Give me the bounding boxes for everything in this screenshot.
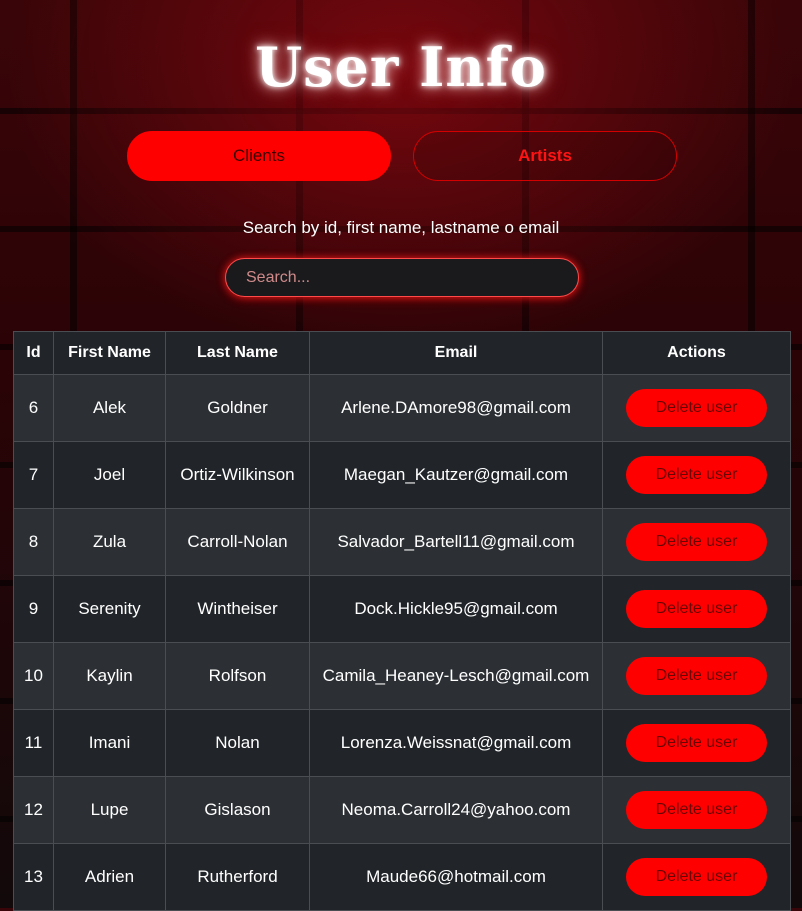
cell-id: 13	[13, 843, 54, 911]
column-header-id: Id	[13, 331, 54, 375]
search-label: Search by id, first name, lastname o ema…	[242, 218, 560, 237]
cell-actions: Delete user	[602, 709, 791, 777]
delete-user-button[interactable]: Delete user	[626, 523, 767, 561]
page-title: User Info	[255, 35, 547, 100]
cell-last-name: Gislason	[165, 776, 310, 844]
delete-user-button[interactable]: Delete user	[626, 791, 767, 829]
table-row: 12 Lupe Gislason Neoma.Carroll24@yahoo.c…	[13, 776, 791, 844]
column-header-actions: Actions	[602, 331, 791, 375]
cell-actions: Delete user	[602, 441, 791, 509]
cell-actions: Delete user	[602, 374, 791, 442]
cell-last-name: Rolfson	[165, 642, 310, 710]
table-row: 10 Kaylin Rolfson Camila_Heaney-Lesch@gm…	[13, 642, 791, 710]
cell-first-name: Zula	[53, 508, 166, 576]
cell-actions: Delete user	[602, 508, 791, 576]
column-header-email: Email	[309, 331, 603, 375]
cell-id: 11	[13, 709, 54, 777]
cell-last-name: Wintheiser	[165, 575, 310, 643]
cell-first-name: Lupe	[53, 776, 166, 844]
cell-first-name: Serenity	[53, 575, 166, 643]
tab-clients[interactable]: Clients	[127, 131, 391, 181]
cell-first-name: Adrien	[53, 843, 166, 911]
cell-actions: Delete user	[602, 776, 791, 844]
cell-email: Salvador_Bartell11@gmail.com	[309, 508, 603, 576]
cell-last-name: Goldner	[165, 374, 310, 442]
cell-id: 12	[13, 776, 54, 844]
cell-email: Maegan_Kautzer@gmail.com	[309, 441, 603, 509]
delete-user-button[interactable]: Delete user	[626, 456, 767, 494]
cell-id: 7	[13, 441, 54, 509]
tab-artists[interactable]: Artists	[413, 131, 677, 181]
cell-actions: Delete user	[602, 843, 791, 911]
cell-id: 10	[13, 642, 54, 710]
table-row: 9 Serenity Wintheiser Dock.Hickle95@gmai…	[13, 575, 791, 643]
cell-id: 6	[13, 374, 54, 442]
cell-email: Dock.Hickle95@gmail.com	[309, 575, 603, 643]
cell-email: Maude66@hotmail.com	[309, 843, 603, 911]
table-row: 11 Imani Nolan Lorenza.Weissnat@gmail.co…	[13, 709, 791, 777]
cell-first-name: Imani	[53, 709, 166, 777]
cell-first-name: Alek	[53, 374, 166, 442]
table-header-row: Id First Name Last Name Email Actions	[13, 331, 791, 375]
delete-user-button[interactable]: Delete user	[626, 389, 767, 427]
cell-email: Lorenza.Weissnat@gmail.com	[309, 709, 603, 777]
cell-first-name: Joel	[53, 441, 166, 509]
column-header-last-name: Last Name	[165, 331, 310, 375]
delete-user-button[interactable]: Delete user	[626, 858, 767, 896]
table-row: 6 Alek Goldner Arlene.DAmore98@gmail.com…	[13, 374, 791, 442]
column-header-first-name: First Name	[53, 331, 166, 375]
cell-actions: Delete user	[602, 642, 791, 710]
cell-id: 9	[13, 575, 54, 643]
cell-actions: Delete user	[602, 575, 791, 643]
cell-email: Camila_Heaney-Lesch@gmail.com	[309, 642, 603, 710]
users-table: Id First Name Last Name Email Actions 6 …	[13, 331, 791, 911]
delete-user-button[interactable]: Delete user	[626, 590, 767, 628]
cell-id: 8	[13, 508, 54, 576]
search-input[interactable]	[225, 258, 579, 297]
cell-last-name: Rutherford	[165, 843, 310, 911]
cell-first-name: Kaylin	[53, 642, 166, 710]
table-row: 8 Zula Carroll-Nolan Salvador_Bartell11@…	[13, 508, 791, 576]
delete-user-button[interactable]: Delete user	[626, 657, 767, 695]
cell-email: Neoma.Carroll24@yahoo.com	[309, 776, 603, 844]
table-row: 7 Joel Ortiz-Wilkinson Maegan_Kautzer@gm…	[13, 441, 791, 509]
table-row: 13 Adrien Rutherford Maude66@hotmail.com…	[13, 843, 791, 911]
cell-last-name: Nolan	[165, 709, 310, 777]
cell-last-name: Carroll-Nolan	[165, 508, 310, 576]
delete-user-button[interactable]: Delete user	[626, 724, 767, 762]
cell-email: Arlene.DAmore98@gmail.com	[309, 374, 603, 442]
cell-last-name: Ortiz-Wilkinson	[165, 441, 310, 509]
